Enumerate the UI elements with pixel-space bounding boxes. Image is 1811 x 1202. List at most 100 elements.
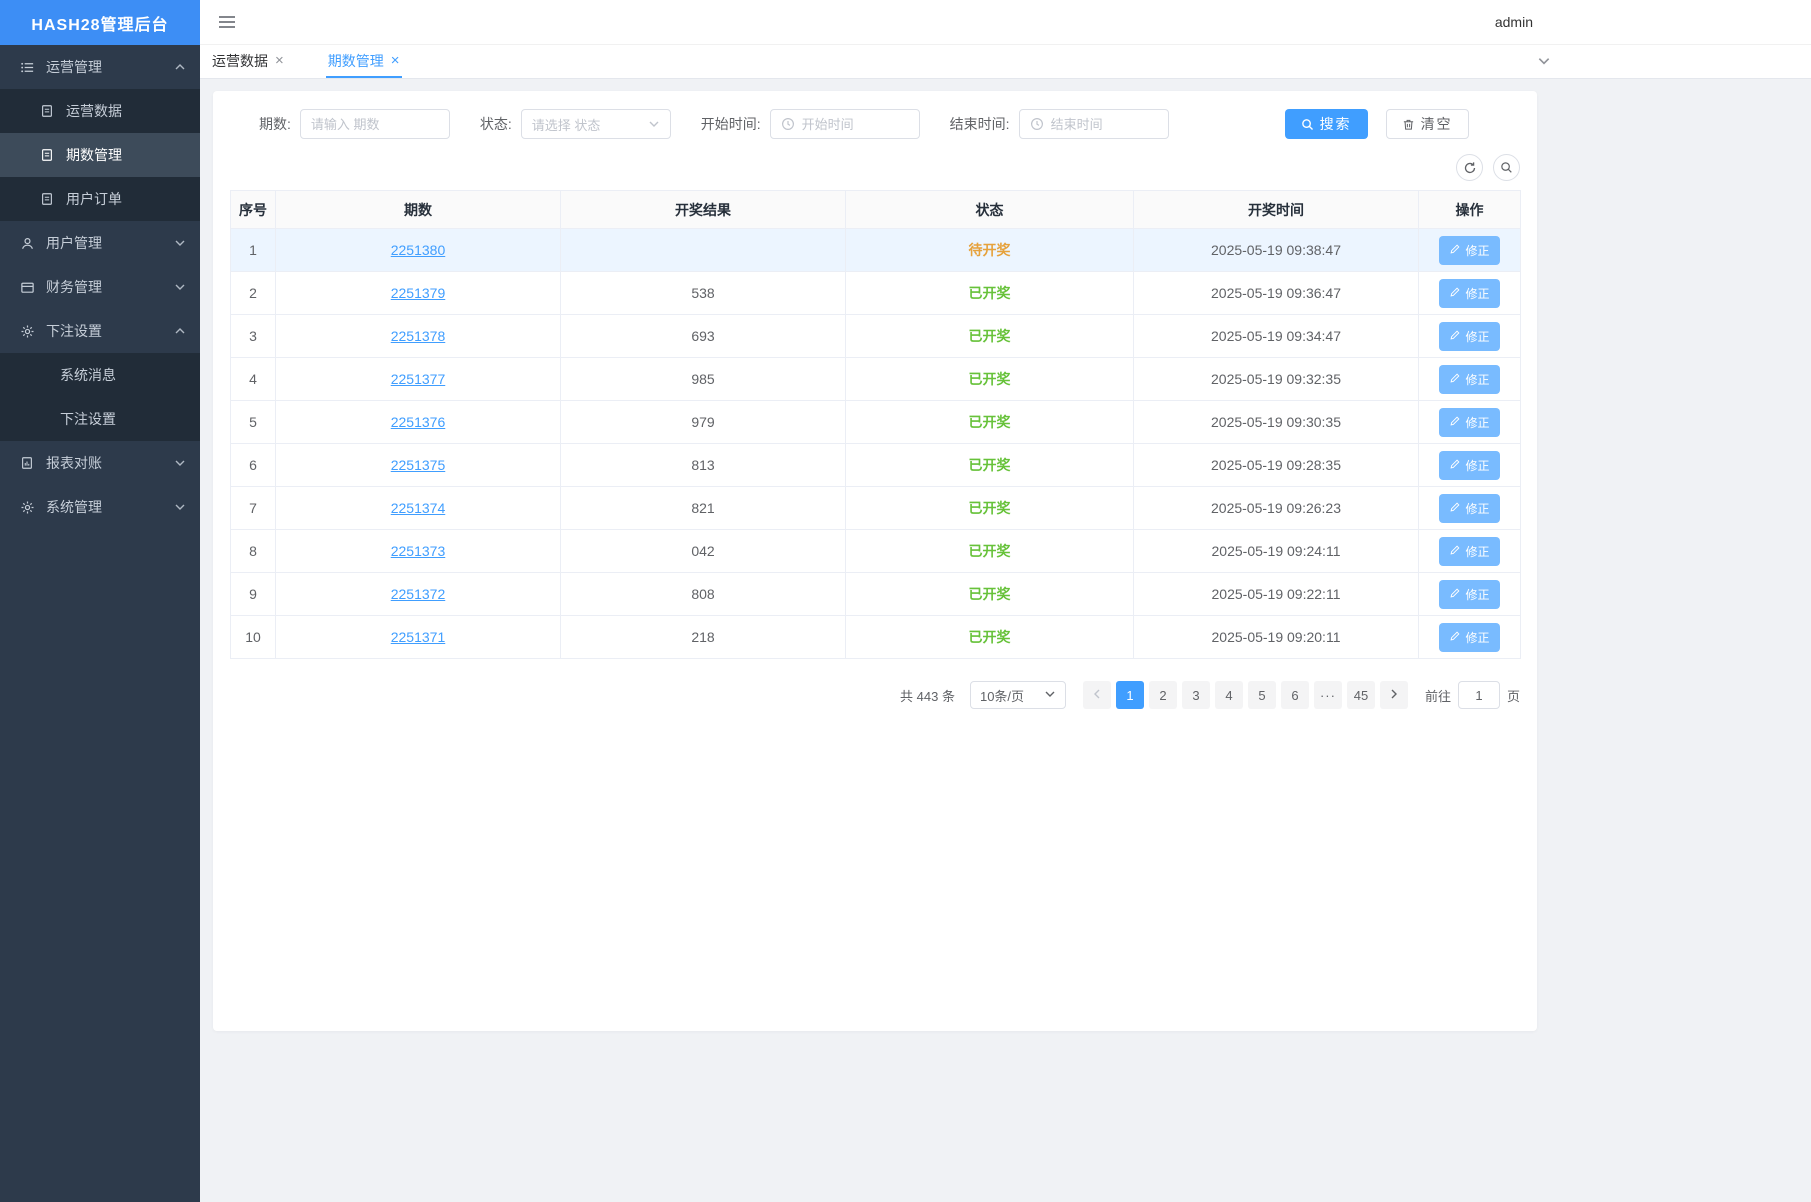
draw-time: 2025-05-19 09:20:11 [1134, 616, 1419, 659]
period-link[interactable]: 2251374 [391, 500, 446, 516]
refresh-icon[interactable] [1456, 154, 1483, 181]
page-button-6[interactable]: 6 [1281, 681, 1309, 709]
period-cell: 2251375 [276, 444, 561, 487]
sidebar-item-operation-data[interactable]: 运营数据 [0, 89, 200, 133]
page-button-3[interactable]: 3 [1182, 681, 1210, 709]
row-index: 4 [231, 358, 276, 401]
sidebar-item-user-orders[interactable]: 用户订单 [0, 177, 200, 221]
draw-time: 2025-05-19 09:30:35 [1134, 401, 1419, 444]
goto-page: 前往页 [1425, 681, 1520, 709]
period-link[interactable]: 2251373 [391, 543, 446, 559]
table-row: 82251373042已开奖2025-05-19 09:24:11修正 [231, 530, 1521, 573]
page-button-1[interactable]: 1 [1116, 681, 1144, 709]
hamburger-icon[interactable] [218, 15, 236, 29]
action-cell: 修正 [1419, 444, 1521, 487]
goto-page-input[interactable] [1458, 681, 1500, 709]
fix-button[interactable]: 修正 [1439, 408, 1499, 437]
end-time-input[interactable] [1051, 117, 1158, 132]
page-button-5[interactable]: 5 [1248, 681, 1276, 709]
status-cell: 已开奖 [846, 530, 1134, 573]
chevron-down-icon [174, 281, 186, 293]
fix-button[interactable]: 修正 [1439, 322, 1499, 351]
status-select[interactable]: 请选择 状态 [521, 109, 671, 139]
draw-result: 985 [561, 358, 846, 401]
fix-button-label: 修正 [1465, 543, 1489, 560]
clear-button-label: 清空 [1421, 114, 1453, 134]
draw-time: 2025-05-19 09:28:35 [1134, 444, 1419, 487]
status-badge: 已开奖 [969, 328, 1011, 344]
row-index: 9 [231, 573, 276, 616]
tabs: 运营数据×期数管理× [210, 45, 402, 78]
pagination-ellipsis[interactable]: ··· [1314, 681, 1342, 709]
fix-button[interactable]: 修正 [1439, 451, 1499, 480]
period-link[interactable]: 2251376 [391, 414, 446, 430]
chevron-right-icon [1388, 688, 1400, 703]
status-badge: 已开奖 [969, 457, 1011, 473]
period-link[interactable]: 2251379 [391, 285, 446, 301]
tab-label: 运营数据 [212, 51, 268, 71]
page-size-select[interactable]: 10条/页 [970, 681, 1066, 709]
list-icon [20, 59, 36, 75]
period-cell: 2251371 [276, 616, 561, 659]
table-row: 72251374821已开奖2025-05-19 09:26:23修正 [231, 487, 1521, 530]
page-button-2[interactable]: 2 [1149, 681, 1177, 709]
action-cell: 修正 [1419, 272, 1521, 315]
action-cell: 修正 [1419, 530, 1521, 573]
fix-button[interactable]: 修正 [1439, 236, 1499, 265]
sidebar-item-bet-settings[interactable]: 下注设置 [0, 309, 200, 353]
fix-button[interactable]: 修正 [1439, 494, 1499, 523]
fix-button[interactable]: 修正 [1439, 365, 1499, 394]
user-label[interactable]: admin [1495, 14, 1533, 30]
period-link[interactable]: 2251372 [391, 586, 446, 602]
start-time-input[interactable] [802, 117, 909, 132]
fix-button[interactable]: 修正 [1439, 537, 1499, 566]
period-link[interactable]: 2251377 [391, 371, 446, 387]
draw-result: 821 [561, 487, 846, 530]
fix-button-label: 修正 [1465, 414, 1489, 431]
fix-button[interactable]: 修正 [1439, 580, 1499, 609]
trash-icon [1402, 118, 1415, 131]
row-index: 3 [231, 315, 276, 358]
sidebar-item-system-messages[interactable]: 系统消息 [0, 353, 200, 397]
status-cell: 待开奖 [846, 229, 1134, 272]
user-icon [20, 235, 36, 251]
period-link[interactable]: 2251378 [391, 328, 446, 344]
fix-button[interactable]: 修正 [1439, 279, 1499, 308]
page-button-4[interactable]: 4 [1215, 681, 1243, 709]
row-index: 7 [231, 487, 276, 530]
fix-button-label: 修正 [1465, 457, 1489, 474]
period-input[interactable] [311, 117, 439, 132]
table-row: 12251380待开奖2025-05-19 09:38:47修正 [231, 229, 1521, 272]
prev-page-button[interactable] [1083, 681, 1111, 709]
sidebar-item-report-reconciliation[interactable]: 报表对账 [0, 441, 200, 485]
period-link[interactable]: 2251380 [391, 242, 446, 258]
close-icon[interactable]: × [275, 53, 284, 68]
draw-time: 2025-05-19 09:38:47 [1134, 229, 1419, 272]
goto-suffix: 页 [1507, 686, 1520, 705]
chevron-down-icon[interactable] [1537, 54, 1551, 68]
sidebar-item-operations[interactable]: 运营管理 [0, 45, 200, 89]
status-badge: 已开奖 [969, 285, 1011, 301]
sidebar-item-system-management[interactable]: 系统管理 [0, 485, 200, 529]
tab-operation-data[interactable]: 运营数据 × [210, 45, 286, 78]
topbar: admin [200, 0, 1811, 45]
sidebar-item-period-management[interactable]: 期数管理 [0, 133, 200, 177]
period-link[interactable]: 2251375 [391, 457, 446, 473]
sidebar-item-bet-settings-item[interactable]: 下注设置 [0, 397, 200, 441]
period-link[interactable]: 2251371 [391, 629, 446, 645]
next-page-button[interactable] [1380, 681, 1408, 709]
edit-icon [1449, 415, 1461, 430]
search-button[interactable]: 搜索 [1285, 109, 1368, 139]
draw-time: 2025-05-19 09:32:35 [1134, 358, 1419, 401]
page-button-45[interactable]: 45 [1347, 681, 1375, 709]
period-cell: 2251379 [276, 272, 561, 315]
tab-period-management[interactable]: 期数管理× [326, 45, 402, 78]
sidebar-item-user-management[interactable]: 用户管理 [0, 221, 200, 265]
app-title: HASH28管理后台 [0, 0, 200, 45]
sidebar-item-finance-management[interactable]: 财务管理 [0, 265, 200, 309]
search-toggle-icon[interactable] [1493, 154, 1520, 181]
fix-button[interactable]: 修正 [1439, 623, 1499, 652]
clear-button[interactable]: 清空 [1386, 109, 1469, 139]
close-icon[interactable]: × [391, 53, 400, 68]
draw-time: 2025-05-19 09:24:11 [1134, 530, 1419, 573]
